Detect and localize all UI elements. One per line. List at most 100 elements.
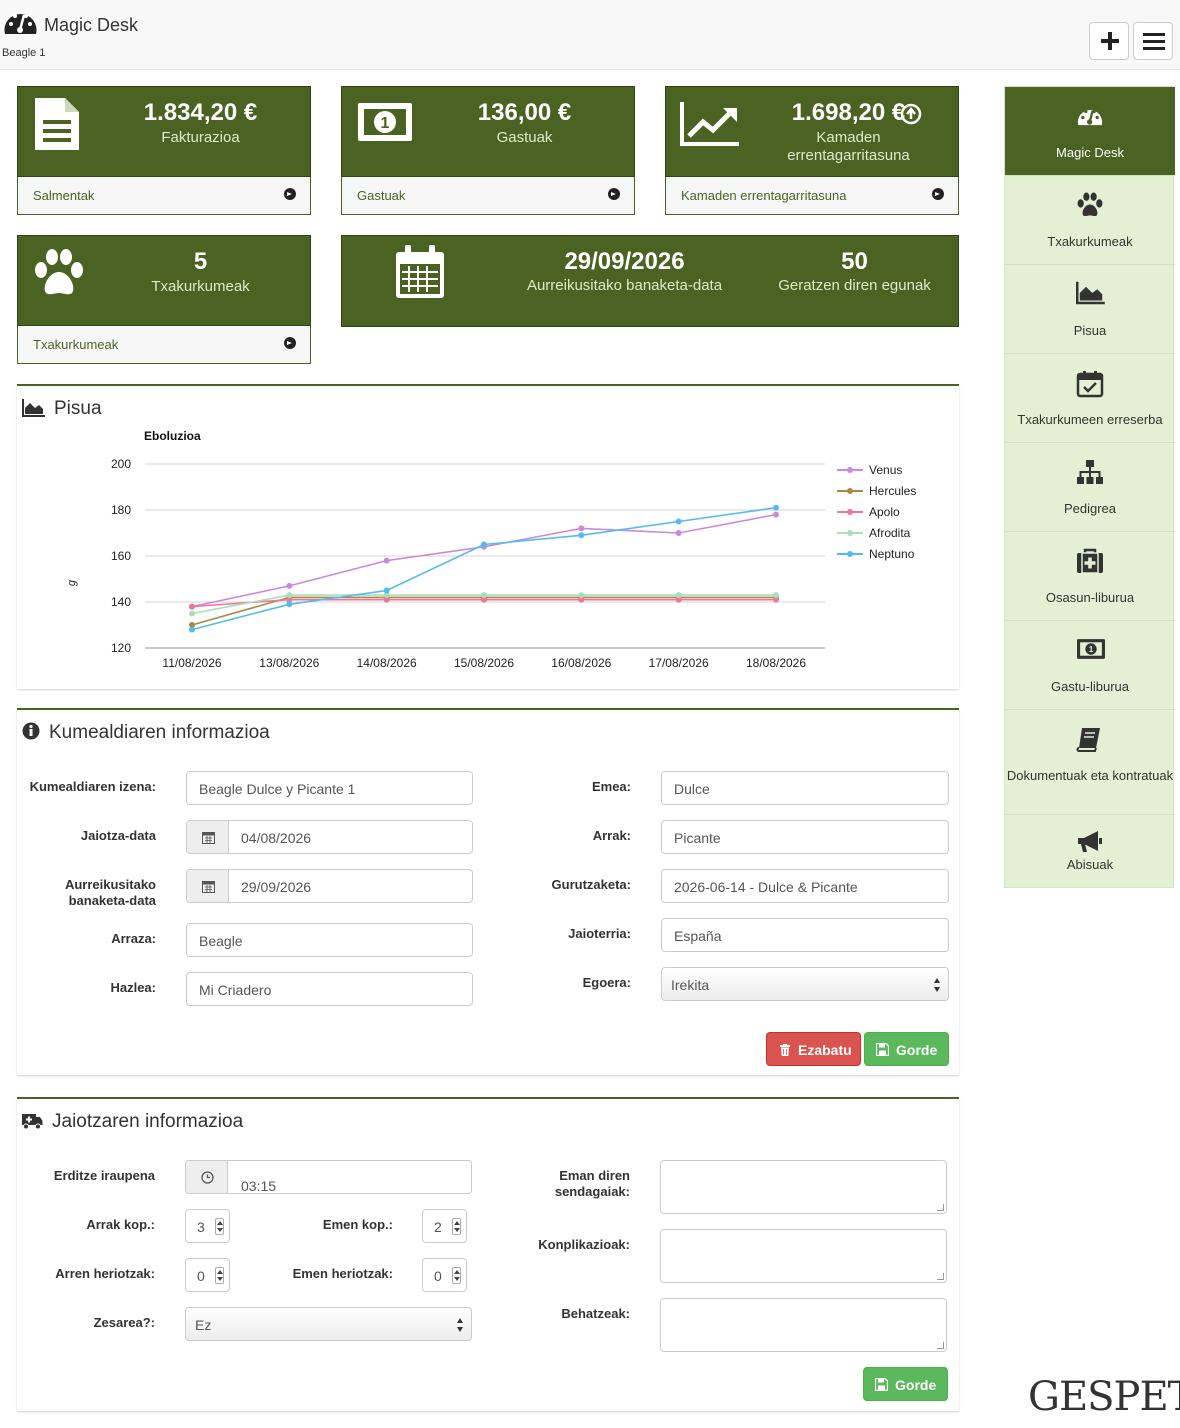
arrow-right-icon: [608, 188, 620, 200]
complications-textarea[interactable]: [660, 1229, 947, 1283]
birth-date-input[interactable]: 04/08/2026: [186, 820, 473, 854]
data-point: [481, 592, 487, 599]
series-line-neptuno: [191, 506, 777, 631]
weight-chart: Eboluzioa 120 140 160 180 200 g 11/08/2026 13/08…: [66, 429, 916, 670]
litter-name-input[interactable]: Beagle Dulce y Picante 1: [186, 771, 473, 805]
profitability-link-label: Kamaden errentagarritasuna: [681, 188, 847, 203]
sidebar: Magic Desk Txakurkumeak Pisua Txakurkume…: [1004, 86, 1175, 888]
sales-link[interactable]: Salmentak: [17, 177, 311, 215]
profitability-link[interactable]: Kamaden errentagarritasuna: [665, 177, 959, 215]
notes-textarea[interactable]: [660, 1298, 947, 1352]
profitability-label: Kamaden errentagarritasuna: [787, 129, 910, 164]
sale-date-input[interactable]: 29/09/2026: [186, 869, 473, 903]
male-input[interactable]: Picante: [661, 820, 949, 854]
data-point: [286, 592, 293, 599]
expenses-link[interactable]: Gastuak: [341, 177, 635, 215]
legend-label: Neptuno: [869, 547, 915, 561]
y-tick-label: 200: [111, 457, 131, 471]
male-label: Arrak:: [592, 828, 631, 843]
female-deaths-stepper[interactable]: 0: [422, 1258, 467, 1292]
days-left-label: Geratzen diren egunak: [778, 277, 931, 294]
legend-marker: [847, 488, 853, 494]
data-point: [286, 582, 293, 589]
sidebar-item-expense-book[interactable]: 1 Gastu-liburua: [1005, 621, 1175, 710]
males-count-stepper[interactable]: 3: [185, 1209, 230, 1243]
breed-input[interactable]: Beagle: [186, 923, 473, 957]
calendar-icon: [202, 832, 215, 844]
data-point: [189, 626, 195, 633]
data-point: [286, 601, 293, 608]
sidebar-item-magic-desk[interactable]: Magic Desk: [1005, 87, 1175, 176]
save-birth-button[interactable]: Gorde: [863, 1367, 948, 1401]
breeder-label: Hazlea:: [110, 980, 156, 995]
data-point: [578, 532, 585, 539]
medication-textarea[interactable]: [660, 1160, 947, 1214]
duration-label: Erditze iraupena: [53, 1168, 155, 1183]
sales-link-label: Salmentak: [33, 188, 95, 203]
x-tick-label: 13/08/2026: [259, 656, 319, 670]
add-button[interactable]: [1089, 22, 1129, 60]
legend-marker: [847, 467, 853, 473]
gespet-logo: GESPET: [1028, 1374, 1180, 1420]
arrow-right-icon: [932, 188, 944, 200]
data-point: [189, 610, 195, 617]
males-count-label: Arrak kop.:: [86, 1217, 155, 1232]
sidebar-item-documents[interactable]: Dokumentuak eta kontratuak: [1005, 710, 1175, 815]
stepper-arrows-icon[interactable]: [215, 1267, 224, 1284]
puppies-link-label: Txakurkumeak: [33, 337, 119, 352]
sidebar-item-puppies[interactable]: Txakurkumeak: [1005, 176, 1175, 265]
revenue-label: Fakturazioa: [161, 129, 240, 146]
country-input[interactable]: España: [661, 918, 949, 952]
legend-label: Afrodita: [869, 526, 911, 540]
x-tick-label: 11/08/2026: [162, 656, 221, 670]
x-tick-label: 17/08/2026: [649, 656, 709, 670]
female-input[interactable]: Dulce: [661, 771, 949, 805]
legend-marker: [847, 551, 853, 557]
puppies-link[interactable]: Txakurkumeak: [17, 326, 311, 364]
sidebar-item-pedigree[interactable]: Pedigrea: [1005, 443, 1175, 532]
money-icon: 1: [358, 103, 412, 141]
status-select[interactable]: Irekita: [661, 967, 949, 1001]
birth-date-label: Jaiotza-data: [80, 828, 156, 843]
sidebar-item-label: Magic Desk: [1056, 145, 1124, 160]
cross-label: Gurutzaketa:: [551, 877, 631, 892]
sidebar-item-health-book[interactable]: Osasun-liburua: [1005, 532, 1175, 621]
medkit-icon: [1077, 548, 1103, 574]
bullhorn-icon: [1078, 831, 1102, 852]
females-count-stepper[interactable]: 2: [422, 1209, 467, 1243]
menu-button[interactable]: [1133, 22, 1173, 60]
duration-input[interactable]: 03:15: [185, 1160, 472, 1194]
expenses-label: Gastuak: [496, 129, 553, 146]
sidebar-item-notices[interactable]: Abisuak: [1005, 815, 1175, 888]
profitability-tile: 1.698,20 € Kamaden errentagarritasuna: [665, 86, 959, 177]
dashboard-icon: [4, 14, 37, 34]
sidebar-item-label: Osasun-liburua: [1045, 590, 1135, 605]
svg-text:1: 1: [1089, 645, 1094, 654]
cross-input[interactable]: 2026-06-14 - Dulce & Picante: [661, 869, 949, 903]
svg-text:1: 1: [381, 115, 390, 132]
data-point: [675, 592, 682, 599]
save-litter-button[interactable]: Gorde: [864, 1032, 949, 1066]
stepper-arrows-icon[interactable]: [215, 1218, 224, 1235]
delete-button[interactable]: Ezabatu: [766, 1032, 861, 1066]
data-point: [383, 557, 390, 564]
notes-label: Behatzeak:: [561, 1306, 630, 1321]
y-tick-label: 140: [111, 595, 131, 609]
male-deaths-stepper[interactable]: 0: [185, 1258, 230, 1292]
save-icon: [875, 1378, 888, 1391]
breeder-input[interactable]: Mi Criadero: [186, 972, 473, 1006]
cesarean-select[interactable]: Ez: [185, 1307, 472, 1341]
ambulance-icon: [22, 1114, 43, 1130]
chart-title: Eboluzioa: [144, 429, 201, 443]
sidebar-item-reservations[interactable]: Txakurkumeen erreserba: [1005, 354, 1175, 443]
sidebar-item-weight[interactable]: Pisua: [1005, 265, 1175, 354]
arrow-circle-up-icon: [900, 103, 922, 125]
breed-label: Arraza:: [111, 931, 156, 946]
stepper-arrows-icon[interactable]: [452, 1218, 461, 1235]
app-title: Magic Desk: [44, 15, 139, 35]
stepper-arrows-icon[interactable]: [452, 1267, 461, 1284]
data-point: [383, 587, 390, 594]
sidebar-item-label: Txakurkumeak: [1047, 234, 1133, 249]
revenue-tile: 1.834,20 € Fakturazioa: [17, 86, 311, 177]
females-count-label: Emen kop.:: [322, 1217, 393, 1232]
